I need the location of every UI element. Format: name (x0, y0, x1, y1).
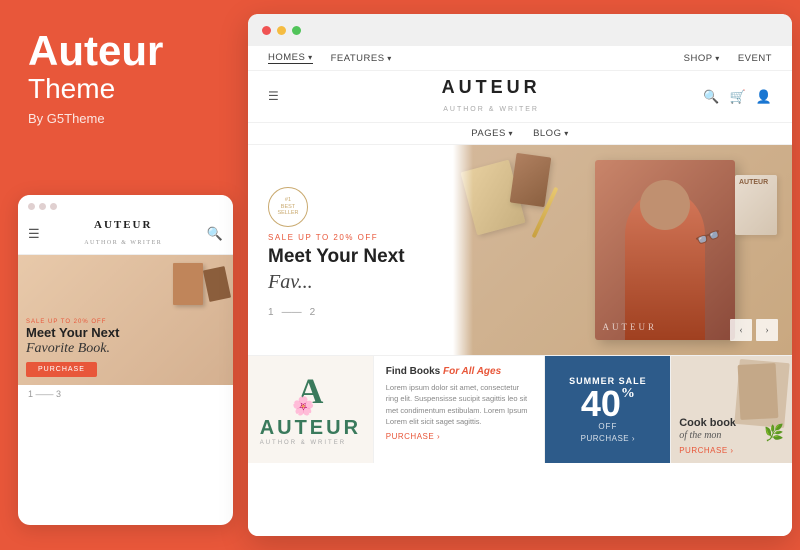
sale-number-area: 40 % (581, 386, 635, 422)
user-icon[interactable]: 👤 (756, 89, 772, 105)
top-nav: HOMES FEATURES SHOP EVENT (248, 46, 792, 71)
hero-right: AUTEUR AUTEUR 👓 ‹ › (453, 145, 792, 355)
right-book: AUTEUR (735, 175, 777, 235)
find-books-purchase-link[interactable]: PURCHASE › (386, 432, 533, 441)
hamburger-icon[interactable]: ☰ (268, 89, 279, 104)
slider-arrows: ‹ › (730, 319, 778, 341)
browser-dot-min[interactable] (277, 26, 286, 35)
main-logo: AUTEUR AUTHOR & WRITER (442, 77, 541, 116)
browser-bar (248, 14, 792, 46)
sale-purchase-link[interactable]: PURCHASE › (581, 434, 635, 443)
mobile-purchase-button[interactable]: PURCHASE (26, 362, 97, 377)
card-books-title: Find Books For All Ages (386, 366, 533, 377)
nav-item-pages[interactable]: PAGES (471, 128, 513, 139)
mobile-books (173, 263, 228, 305)
main-nav-left: ☰ (268, 89, 279, 104)
flying-book-2 (510, 153, 552, 207)
browser-panel: HOMES FEATURES SHOP EVENT ☰ AUTEUR AUTHO… (248, 14, 792, 536)
search-icon[interactable]: 🔍 (703, 89, 719, 105)
leaf-icon: 🌿 (764, 423, 784, 443)
mobile-header: ☰ AUTEUR AUTHOR & WRITER 🔍 (18, 215, 233, 255)
mobile-browser-dots (18, 195, 233, 215)
bottom-cards: A 🌸 AUTEUR AUTHOR & WRITER Find Books Fo… (248, 355, 792, 463)
secondary-nav: PAGES BLOG (248, 123, 792, 145)
hero-book-label: AUTEUR (603, 322, 658, 332)
nav-item-features[interactable]: FEATURES (331, 53, 392, 64)
main-nav-right: 🔍 🛒 👤 (703, 89, 772, 105)
mobile-hamburger-icon[interactable]: ☰ (28, 226, 40, 242)
browser-dot-max[interactable] (292, 26, 301, 35)
mobile-book-2 (203, 266, 231, 302)
hero-left: #1BESTSELLER SALE UP TO 20% OFF Meet You… (248, 145, 453, 355)
nav-item-blog[interactable]: BLOG (533, 128, 569, 139)
nav-item-shop[interactable]: SHOP (684, 53, 720, 64)
mobile-dot-3 (50, 203, 57, 210)
brand-byline: By G5Theme (28, 111, 220, 126)
brand-title: Auteur Theme (28, 28, 220, 105)
card-summer-sale: SUMMER SALE 40 % OFF PURCHASE › (545, 356, 671, 463)
mobile-logo: AUTEUR AUTHOR & WRITER (40, 219, 207, 249)
hero-pagination: 1 —— 2 (268, 307, 433, 318)
nav-item-event[interactable]: EVENT (738, 53, 772, 64)
hero-title: Meet Your Next (268, 246, 433, 269)
card-auteur: A 🌸 AUTEUR AUTHOR & WRITER (248, 356, 374, 463)
slider-prev-button[interactable]: ‹ (730, 319, 752, 341)
mobile-dot-1 (28, 203, 35, 210)
hero-head (640, 180, 690, 230)
slider-next-button[interactable]: › (756, 319, 778, 341)
main-nav: ☰ AUTEUR AUTHOR & WRITER 🔍 🛒 👤 (248, 71, 792, 123)
mobile-dot-2 (39, 203, 46, 210)
hero-fade (453, 145, 473, 355)
hero-subtitle: Fav... (268, 269, 433, 295)
cookbook-purchase-link[interactable]: PURCHASE › (679, 446, 784, 455)
mobile-hero: SALE UP TO 20% OFF Meet Your Next Favori… (18, 255, 233, 385)
cookbook-book-bg2 (738, 363, 779, 420)
flower-icon: 🌸 (292, 396, 314, 417)
nav-item-homes[interactable]: HOMES (268, 52, 313, 64)
mobile-mockup: ☰ AUTEUR AUTHOR & WRITER 🔍 SALE UP TO 20… (18, 195, 233, 525)
left-panel: Auteur Theme By G5Theme ☰ AUTEUR AUTHOR … (0, 0, 248, 550)
browser-dot-close[interactable] (262, 26, 271, 35)
award-badge: #1BESTSELLER (268, 187, 308, 227)
hero-section: #1BESTSELLER SALE UP TO 20% OFF Meet You… (248, 145, 792, 355)
card-auteur-logo: AUTEUR AUTHOR & WRITER (260, 417, 361, 446)
mobile-hero-content: SALE UP TO 20% OFF Meet Your Next Favori… (26, 319, 163, 377)
browser-content: HOMES FEATURES SHOP EVENT ☰ AUTEUR AUTHO… (248, 46, 792, 536)
mobile-pagination: 1 —— 3 (18, 385, 233, 403)
mobile-book-1 (173, 263, 203, 305)
card-find-books: Find Books For All Ages Lorem ipsum dolo… (374, 356, 546, 463)
mobile-search-icon[interactable]: 🔍 (207, 226, 223, 242)
cart-icon[interactable]: 🛒 (730, 89, 746, 105)
card-cookbook: 🌿 Cook book of the mon PURCHASE › (671, 356, 792, 463)
card-auteur-inner: A 🌸 (297, 373, 323, 409)
